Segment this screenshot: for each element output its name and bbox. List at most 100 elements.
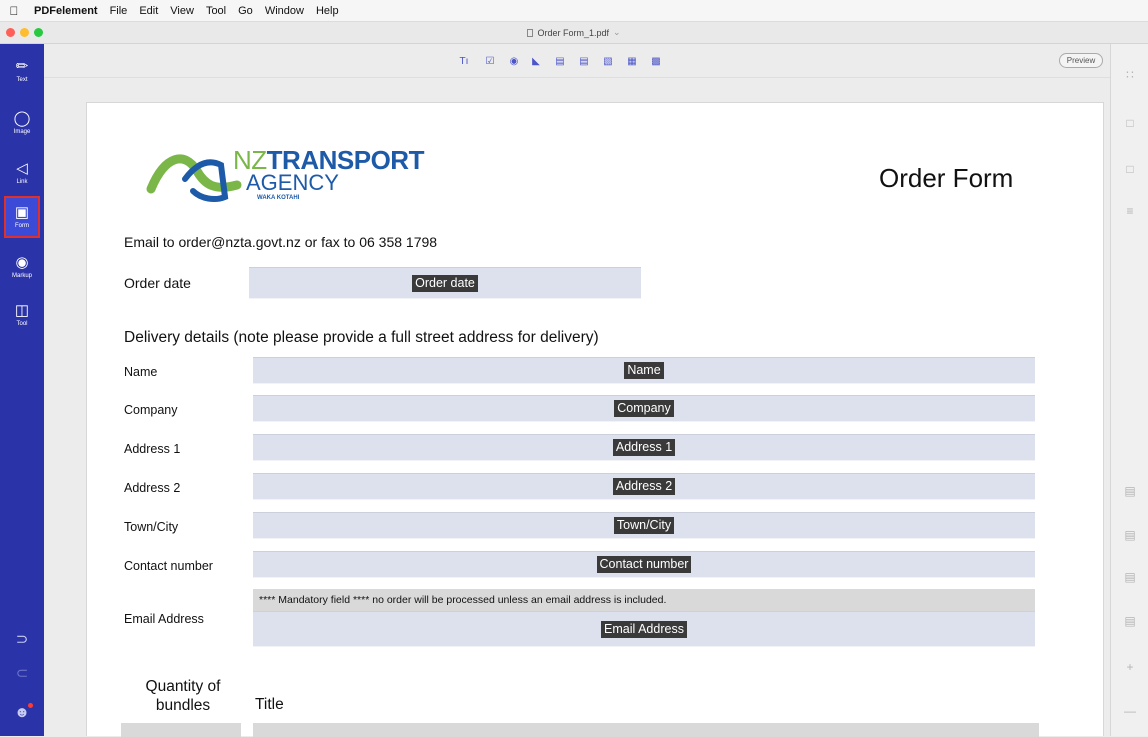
logo-mark-icon <box>146 154 242 202</box>
notification-badge <box>27 703 33 708</box>
sidebar-tool-label: Text <box>16 77 28 83</box>
radio-button-icon[interactable]: ◉ <box>508 55 520 67</box>
menu-item-app[interactable]: PDFelement <box>28 5 104 17</box>
field-name-chip: Address 2 <box>612 478 676 495</box>
delivery-details-heading: Delivery details (note please provide a … <box>124 329 599 346</box>
barcode-icon[interactable]: ▩ <box>650 55 662 67</box>
table-cell-quantity[interactable] <box>121 723 241 737</box>
name-label: Name <box>124 365 158 379</box>
sidebar-tool-label: Tool <box>16 321 28 327</box>
link-icon: ◁ <box>16 160 28 177</box>
menu-item-help[interactable]: Help <box>310 5 345 17</box>
left-sidebar: ✏︎ Text ◯ Image ◁ Link ▣ Form ◉ Markup ◫… <box>0 44 44 736</box>
sidebar-tool-markup[interactable]: ◉ Markup <box>4 246 40 288</box>
image-icon: ◯ <box>13 110 31 127</box>
sidebar-tool-label: Link <box>16 179 28 185</box>
company-field[interactable]: Company <box>253 395 1035 422</box>
contact-number-label: Contact number <box>124 559 213 573</box>
right-panel-rail: ∷ □ □ ≡ ▤ ▤ ▤ ▤ + — <box>1110 44 1148 736</box>
two-page-icon[interactable]: ▤ <box>1111 614 1148 628</box>
field-name-chip: Town/City <box>613 517 675 534</box>
checkbox-icon[interactable]: ☑ <box>484 55 496 67</box>
town-city-label: Town/City <box>124 520 179 534</box>
field-name-chip: Order date <box>412 274 478 292</box>
address-1-label: Address 1 <box>124 442 181 456</box>
zoom-in-icon[interactable]: + <box>1111 660 1148 674</box>
account-icon[interactable]: ☻ <box>0 703 44 721</box>
page-icon[interactable]: □ <box>1111 116 1148 130</box>
form-title: Order Form <box>879 163 1014 193</box>
menu-item-window[interactable]: Window <box>259 5 310 17</box>
fit-width-icon[interactable]: ▤ <box>1111 528 1148 542</box>
menu-item-view[interactable]: View <box>164 5 200 17</box>
address-1-field[interactable]: Address 1 <box>253 434 1035 461</box>
sidebar-tool-label: Markup <box>11 273 32 279</box>
menu-item-edit[interactable]: Edit <box>133 5 164 17</box>
field-name-chip: Contact number <box>596 556 692 573</box>
dropdown-icon[interactable]: ▤ <box>578 55 590 67</box>
sidebar-tool-link[interactable]: ◁ Link <box>4 152 40 194</box>
markup-icon: ◉ <box>15 254 29 271</box>
table-cell-title[interactable] <box>253 723 1039 737</box>
combo-box-icon[interactable]: ◣ <box>530 55 542 67</box>
signature-icon[interactable]: ▧ <box>602 55 614 67</box>
zoom-out-icon[interactable]: — <box>1111 704 1148 718</box>
list-icon[interactable]: ≡ <box>1111 204 1148 218</box>
minimize-window-button[interactable] <box>20 28 29 37</box>
menu-item-tool[interactable]: Tool <box>200 5 232 17</box>
sidebar-tool-label: Image <box>13 129 31 135</box>
push-button-icon[interactable]: ▦ <box>626 55 638 67</box>
bookmark-icon[interactable]: □ <box>1111 162 1148 176</box>
nzta-logo: NZTRANSPORT AGENCY WAKA KOTAHI <box>145 145 424 209</box>
email-address-label: Email Address <box>124 612 204 626</box>
undo-icon[interactable]: ⊃ <box>0 630 44 648</box>
menu-item-go[interactable]: Go <box>232 5 259 17</box>
sidebar-tool-label: Form <box>15 223 29 229</box>
email-instructions: Email to order@nzta.govt.nz or fax to 06… <box>124 234 438 250</box>
window-title-bar: Order Form_1.pdf ⌄ <box>0 22 1148 44</box>
single-page-icon[interactable]: ▤ <box>1111 570 1148 584</box>
grid-icon[interactable]: ∷ <box>1111 68 1148 82</box>
preview-button[interactable]: Preview <box>1059 53 1103 68</box>
field-name-chip: Company <box>614 400 674 417</box>
sidebar-tool-tool[interactable]: ◫ Tool <box>4 294 40 336</box>
address-2-field[interactable]: Address 2 <box>253 473 1035 500</box>
address-2-label: Address 2 <box>124 481 181 495</box>
logo-agency-text: AGENCY <box>246 170 339 195</box>
document-icon <box>527 28 534 37</box>
sidebar-tool-form[interactable]: ▣ Form <box>4 196 40 238</box>
mandatory-notice: **** Mandatory field **** no order will … <box>253 589 1035 611</box>
sidebar-tool-text[interactable]: ✏︎ Text <box>4 50 40 92</box>
town-city-field[interactable]: Town/City <box>253 512 1035 539</box>
logo-waka-text: WAKA KOTAHI <box>257 195 300 201</box>
contact-number-field[interactable]: Contact number <box>253 551 1035 578</box>
pencil-icon: ✏︎ <box>15 58 29 75</box>
menu-item-file[interactable]: File <box>104 5 134 17</box>
email-address-field[interactable]: Email Address <box>253 611 1035 647</box>
chevron-down-icon[interactable]: ⌄ <box>613 27 621 38</box>
zoom-window-button[interactable] <box>34 28 43 37</box>
window-title[interactable]: Order Form_1.pdf <box>537 28 609 38</box>
order-date-field[interactable]: Order date <box>249 267 641 299</box>
pdf-page: NZTRANSPORT AGENCY WAKA KOTAHI Order For… <box>86 102 1104 737</box>
text-field-icon[interactable]: Tı <box>458 55 470 67</box>
tool-icon: ◫ <box>14 302 30 319</box>
menu-bar:  PDFelement File Edit View Tool Go Wind… <box>0 0 1148 22</box>
sidebar-tool-image[interactable]: ◯ Image <box>4 102 40 144</box>
fit-page-icon[interactable]: ▤ <box>1111 484 1148 498</box>
form-icon: ▣ <box>14 204 30 221</box>
close-window-button[interactable] <box>6 28 15 37</box>
form-toolbar: Tı ☑ ◉ ◣ ▤ ▤ ▧ ▦ ▩ Preview <box>44 44 1110 78</box>
quantity-column-header: Quantity of bundles <box>145 678 221 714</box>
field-name-chip: Email Address <box>601 620 687 638</box>
order-date-label: Order date <box>124 275 191 291</box>
apple-icon[interactable]:  <box>0 4 28 18</box>
field-name-chip: Address 1 <box>612 439 676 456</box>
traffic-lights <box>6 28 43 37</box>
company-label: Company <box>124 403 178 417</box>
list-box-icon[interactable]: ▤ <box>554 55 566 67</box>
title-column-header: Title <box>255 696 284 713</box>
name-field[interactable]: Name <box>253 357 1035 384</box>
field-name-chip: Name <box>624 362 664 379</box>
redo-icon[interactable]: ⊂ <box>0 664 44 682</box>
